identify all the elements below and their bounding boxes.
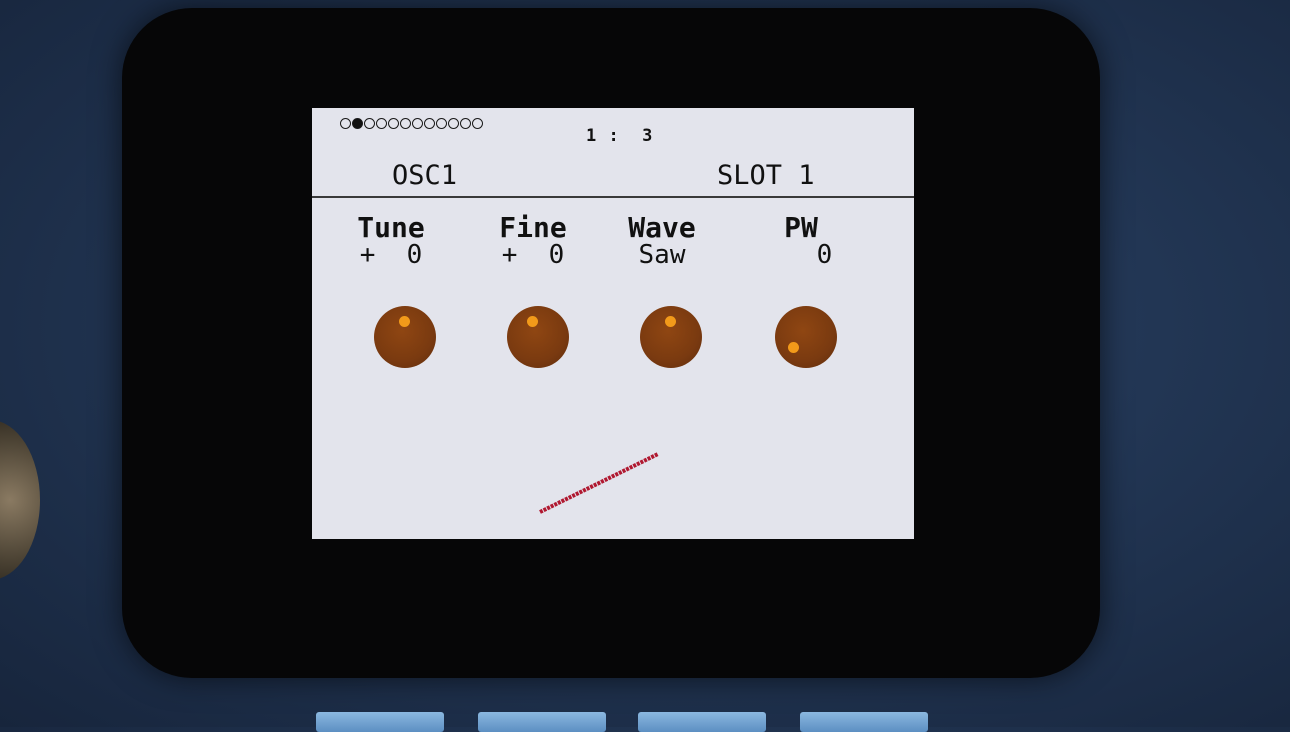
soft-key-3[interactable] — [638, 712, 766, 732]
side-knob-edge — [0, 420, 40, 580]
soft-keys — [0, 712, 1290, 732]
lcd-screen: 1 : 3 OSC1 SLOT 1 Tune + 0 Fine + 0 Wave… — [312, 108, 914, 539]
waveform-display — [539, 452, 659, 514]
saw-wave-line — [539, 452, 659, 514]
soft-key-4[interactable] — [800, 712, 928, 732]
soft-key-2[interactable] — [478, 712, 606, 732]
soft-key-1[interactable] — [316, 712, 444, 732]
